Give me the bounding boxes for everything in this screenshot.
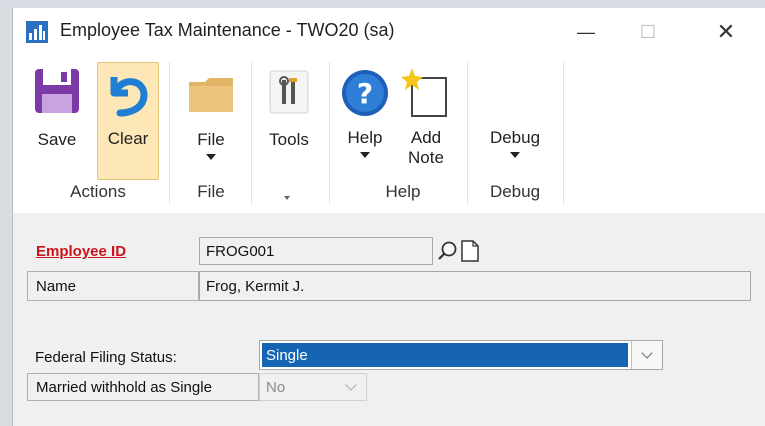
help-question-icon: ?	[342, 70, 388, 116]
help-button[interactable]: ? Help	[337, 62, 393, 178]
married-withhold-label-box: Married withhold as Single	[27, 373, 259, 401]
close-icon: ✕	[716, 19, 736, 44]
save-label: Save	[37, 130, 77, 149]
tools-label: Tools	[269, 130, 309, 149]
chart-icon	[26, 21, 48, 43]
chevron-down-icon	[641, 347, 653, 359]
file-label: File	[197, 130, 225, 149]
married-withhold-label: Married withhold as Single	[36, 379, 212, 396]
undo-icon	[110, 77, 148, 117]
window-title: Employee Tax Maintenance - TWO20 (sa)	[60, 20, 395, 40]
close-button[interactable]: ✕	[703, 16, 749, 48]
help-group-label: Help	[385, 182, 421, 201]
tools-button[interactable]: Tools	[257, 62, 321, 174]
employee-id-label[interactable]: Employee ID	[36, 243, 126, 260]
file-button[interactable]: File	[179, 62, 243, 178]
federal-filing-status-value: Single	[262, 343, 628, 367]
title-bar: Employee Tax Maintenance - TWO20 (sa) — …	[13, 8, 765, 56]
debug-group-label: Debug	[489, 182, 541, 201]
folder-icon	[189, 78, 233, 112]
minimize-button[interactable]: —	[563, 16, 609, 48]
married-withhold-dropdown-button[interactable]	[336, 374, 366, 400]
name-input[interactable]: Frog, Kermit J.	[199, 271, 751, 301]
federal-filing-status-label: Federal Filing Status:	[35, 349, 177, 366]
lookup-magnifier-icon[interactable]	[437, 240, 459, 262]
maximize-button[interactable]: ☐	[625, 16, 671, 48]
name-label: Name	[36, 278, 77, 295]
help-label: Help	[347, 128, 383, 147]
tools-group-arrow-icon[interactable]	[284, 196, 290, 200]
debug-label: Debug	[489, 128, 541, 147]
new-document-icon[interactable]	[461, 240, 479, 262]
add-note-label-2: Note	[408, 148, 444, 167]
file-group-label: File	[197, 182, 225, 201]
dropdown-arrow-icon	[360, 152, 370, 158]
ribbon-separator	[467, 62, 468, 204]
employee-id-input[interactable]: FROG001	[199, 237, 433, 265]
name-label-box: Name	[27, 271, 199, 301]
maximize-icon: ☐	[639, 21, 657, 42]
save-button[interactable]: Save	[23, 62, 91, 174]
clear-label: Clear	[107, 129, 149, 148]
federal-filing-status-dropdown-button[interactable]	[631, 341, 662, 369]
add-note-label-1: Add	[410, 128, 442, 147]
married-withhold-value: No	[266, 378, 286, 396]
employee-tax-maintenance-window: Employee Tax Maintenance - TWO20 (sa) — …	[12, 8, 765, 426]
dropdown-arrow-icon	[206, 154, 216, 160]
employee-id-label-box: Employee ID	[27, 237, 199, 265]
svg-text:?: ?	[357, 77, 373, 110]
ribbon-separator	[169, 62, 170, 204]
add-note-button[interactable]: Add Note	[395, 62, 457, 178]
save-icon	[35, 69, 79, 113]
ribbon-toolbar: Save Clear Actions File File Tools ? Hel…	[13, 56, 765, 215]
chevron-down-icon	[345, 379, 357, 391]
federal-filing-status-select[interactable]: Single	[259, 340, 663, 370]
minimize-icon: —	[577, 21, 595, 42]
actions-group-label: Actions	[70, 182, 126, 201]
tools-icon	[269, 70, 309, 114]
married-withhold-select[interactable]: No	[259, 373, 367, 401]
ribbon-separator	[329, 62, 330, 204]
clear-button[interactable]: Clear	[97, 62, 159, 180]
ribbon-separator	[563, 62, 564, 204]
employee-tax-form: Employee ID FROG001 Name Frog, Kermit J.…	[13, 213, 765, 426]
add-note-icon	[401, 68, 447, 117]
ribbon-separator	[251, 62, 252, 204]
dropdown-arrow-icon	[510, 152, 520, 158]
debug-button[interactable]: Debug	[475, 128, 555, 178]
